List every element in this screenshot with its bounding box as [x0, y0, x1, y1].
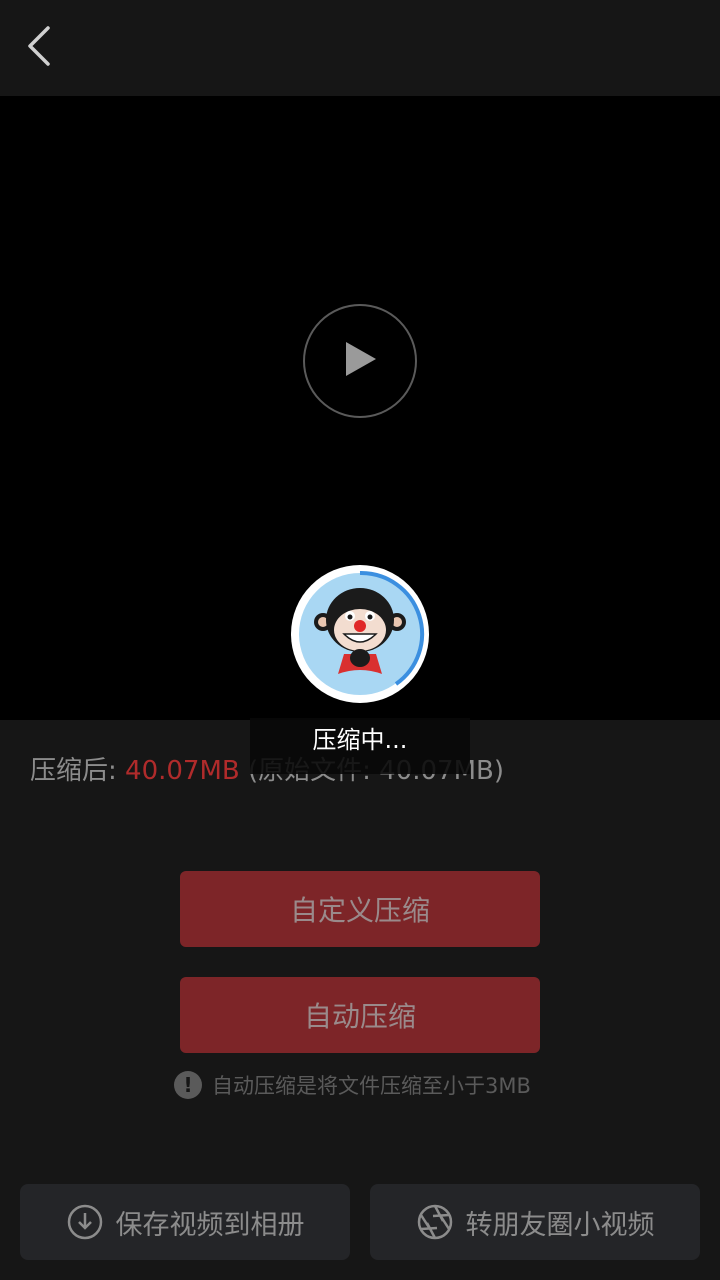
custom-compress-button[interactable]: 自定义压缩: [180, 871, 540, 947]
download-icon: [66, 1203, 104, 1241]
save-to-album-button[interactable]: 保存视频到相册: [20, 1184, 350, 1260]
loading-label: 压缩中...: [312, 726, 408, 754]
save-to-album-label: 保存视频到相册: [115, 1209, 305, 1241]
compressed-label: 压缩后:: [30, 756, 126, 786]
share-moments-button[interactable]: 转朋友圈小视频: [370, 1184, 700, 1260]
play-button[interactable]: [303, 304, 417, 418]
top-bar: [0, 0, 720, 96]
share-moments-label: 转朋友圈小视频: [465, 1209, 655, 1241]
back-button[interactable]: [14, 22, 64, 74]
chevron-left-icon: [26, 25, 52, 71]
auto-compress-button[interactable]: 自动压缩: [180, 977, 540, 1053]
compressed-size-value: 40.07MB: [125, 756, 240, 786]
play-icon: [340, 339, 380, 383]
auto-compress-hint: ! 自动压缩是将文件压缩至小于3MB: [174, 1070, 531, 1100]
exclamation-icon: !: [174, 1071, 202, 1099]
hint-text: 自动压缩是将文件压缩至小于3MB: [212, 1074, 531, 1098]
loading-avatar: [290, 564, 432, 706]
aperture-icon: [416, 1203, 454, 1241]
